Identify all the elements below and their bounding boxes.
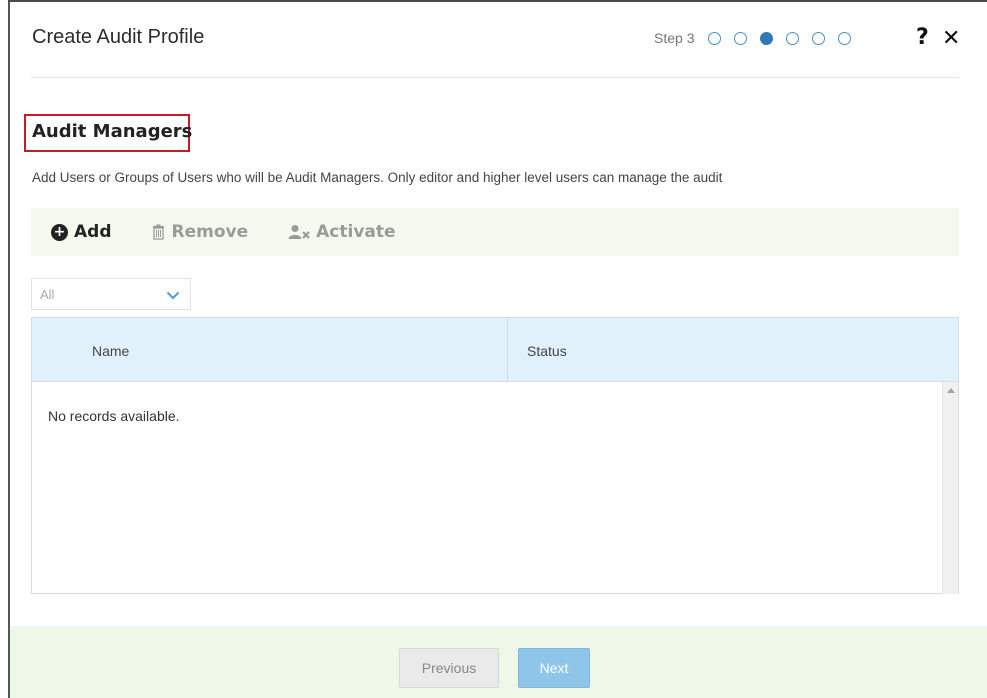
- plus-circle-icon: +: [51, 223, 68, 241]
- close-icon[interactable]: ✕: [942, 27, 960, 51]
- window-frame-top: [8, 0, 987, 2]
- help-icon[interactable]: ?: [916, 26, 929, 50]
- grid-body: No records available.: [32, 382, 958, 594]
- column-header-status[interactable]: Status: [527, 343, 567, 359]
- user-deactivate-icon: [288, 224, 310, 240]
- dialog-title: Create Audit Profile: [32, 26, 205, 48]
- step-dot-3-active: [760, 31, 774, 45]
- add-label: Add: [74, 222, 112, 242]
- filter-selected-value: All: [40, 286, 55, 302]
- add-button[interactable]: + Add: [51, 222, 112, 242]
- header-divider: [31, 77, 959, 78]
- audit-managers-grid: Name Status No records available.: [31, 317, 959, 594]
- column-label-name: Name: [92, 343, 130, 359]
- next-button[interactable]: Next: [518, 648, 590, 688]
- status-filter-dropdown[interactable]: All: [31, 278, 191, 310]
- step-dot-4: [786, 31, 800, 45]
- step-indicator: Step 3: [654, 30, 864, 46]
- remove-button[interactable]: Remove: [152, 222, 249, 242]
- trash-icon: [152, 224, 165, 240]
- dialog-footer: Previous Next: [10, 626, 987, 698]
- step-label: Step 3: [654, 30, 695, 46]
- section-description: Add Users or Groups of Users who will be…: [32, 170, 723, 185]
- step-dot-6: [838, 31, 852, 45]
- step-dot-5: [812, 31, 826, 45]
- window-frame-left: [8, 0, 10, 698]
- step-dot-2: [734, 31, 748, 45]
- activate-button[interactable]: Activate: [288, 222, 396, 242]
- empty-message: No records available.: [48, 408, 180, 424]
- grid-scrollbar[interactable]: [942, 382, 958, 594]
- previous-button[interactable]: Previous: [399, 648, 499, 688]
- grid-header: Name Status: [32, 318, 958, 382]
- column-header-name[interactable]: Name: [32, 318, 508, 382]
- section-title: Audit Managers: [32, 121, 193, 142]
- grid-toolbar: + Add Remove Activate: [31, 208, 959, 256]
- scroll-up-arrow-icon[interactable]: [947, 388, 955, 393]
- activate-label: Activate: [316, 222, 396, 242]
- chevron-down-icon: [166, 285, 180, 304]
- create-audit-profile-dialog: Create Audit Profile Step 3 ? ✕ Audit Ma…: [0, 0, 987, 698]
- step-dot-1: [708, 31, 722, 45]
- remove-label: Remove: [171, 222, 249, 242]
